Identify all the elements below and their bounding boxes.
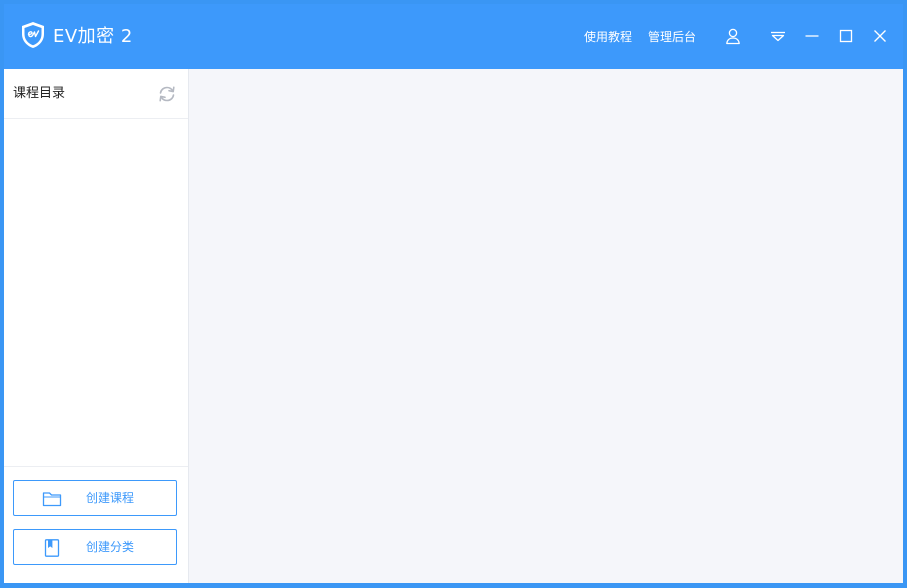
sidebar-footer: 创建课程 创建分类 bbox=[4, 466, 188, 584]
folder-icon bbox=[42, 492, 62, 507]
minimize-icon[interactable] bbox=[803, 27, 821, 45]
user-icon[interactable] bbox=[724, 27, 742, 45]
refresh-icon[interactable] bbox=[156, 83, 178, 105]
book-icon bbox=[44, 539, 60, 557]
sidebar: 课程目录 创建课程 创建分类 bbox=[4, 69, 189, 583]
course-directory-title: 课程目录 bbox=[13, 86, 66, 101]
create-course-label: 创建课程 bbox=[86, 491, 135, 505]
admin-panel-link[interactable]: 管理后台 bbox=[648, 29, 696, 45]
title-bar[interactable]: EV加密 2 使用教程 管理后台 bbox=[4, 4, 903, 69]
ev-shield-logo-icon bbox=[22, 22, 44, 48]
content-area bbox=[189, 69, 903, 583]
app-title: EV加密 2 bbox=[53, 26, 133, 47]
create-category-button[interactable]: 创建分类 bbox=[13, 529, 177, 565]
create-category-label: 创建分类 bbox=[86, 540, 135, 554]
maximize-icon[interactable] bbox=[837, 27, 855, 45]
app-window: EV加密 2 使用教程 管理后台 课程目录 创建课程 创建分类 bbox=[0, 0, 907, 588]
close-icon[interactable] bbox=[871, 27, 889, 45]
dropdown-menu-icon[interactable] bbox=[769, 27, 787, 45]
tutorial-link[interactable]: 使用教程 bbox=[584, 29, 632, 45]
sidebar-header: 课程目录 bbox=[4, 69, 188, 119]
main-body: 课程目录 创建课程 创建分类 bbox=[4, 69, 903, 583]
create-course-button[interactable]: 创建课程 bbox=[13, 480, 177, 516]
